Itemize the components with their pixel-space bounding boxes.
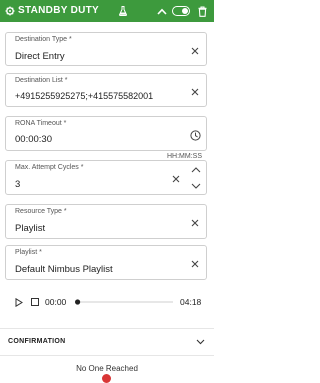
chevron-down-icon[interactable] (194, 337, 206, 347)
toggle-knob (182, 8, 188, 14)
field-value: Default Nimbus Playlist (15, 264, 113, 275)
max-attempt-cycles-field[interactable]: Max. Attempt Cycles * 3 (5, 160, 207, 195)
increment-icon[interactable] (190, 163, 202, 177)
seek-bar[interactable] (75, 299, 173, 305)
field-label: Destination List * (15, 77, 68, 84)
audio-player: 00:00 04:18 (0, 290, 214, 314)
field-label: Destination Type * (15, 36, 72, 43)
field-label: Resource Type * (15, 208, 67, 215)
decrement-icon[interactable] (190, 179, 202, 193)
playlist-field[interactable]: Playlist * Default Nimbus Playlist (5, 245, 207, 280)
settings-icon[interactable] (4, 0, 16, 22)
confirmation-section[interactable]: CONFIRMATION (0, 328, 214, 356)
status-text: No One Reached (76, 364, 138, 373)
duty-toggle[interactable] (172, 6, 190, 16)
field-value: Playlist (15, 223, 46, 234)
destination-list-field[interactable]: Destination List * +4915255925275;+41557… (5, 73, 207, 107)
header-title: STANDBY DUTY (18, 5, 100, 16)
current-time: 00:00 (45, 297, 67, 307)
clear-icon[interactable] (189, 258, 201, 270)
trash-icon[interactable] (196, 0, 208, 22)
chevron-up-icon[interactable] (156, 0, 168, 22)
clear-icon[interactable] (170, 173, 182, 185)
field-label: RONA Timeout * (15, 120, 67, 127)
destination-type-field[interactable]: Destination Type * Direct Entry (5, 32, 207, 66)
time-format-hint: HH:MM:SS (167, 153, 202, 160)
field-value: 00:00:30 (15, 134, 52, 145)
clear-icon[interactable] (189, 86, 201, 98)
seek-handle[interactable] (75, 299, 81, 305)
clear-icon[interactable] (189, 45, 201, 57)
duration: 04:18 (180, 297, 202, 307)
clear-icon[interactable] (189, 217, 201, 229)
play-icon[interactable] (14, 296, 24, 308)
alert-indicator (102, 374, 111, 383)
header-bar: STANDBY DUTY (0, 0, 214, 22)
flask-icon (118, 0, 128, 22)
field-value: +4915255925275;+415575582001 (15, 91, 154, 101)
field-label: Max. Attempt Cycles * (15, 164, 84, 171)
clock-icon[interactable] (188, 128, 202, 142)
rona-timeout-field[interactable]: RONA Timeout * 00:00:30 (5, 116, 207, 151)
field-label: Playlist * (15, 249, 42, 256)
field-value: Direct Entry (15, 51, 65, 62)
field-value: 3 (15, 179, 21, 190)
stop-icon[interactable] (30, 297, 40, 307)
resource-type-field[interactable]: Resource Type * Playlist (5, 204, 207, 239)
section-title: CONFIRMATION (8, 338, 66, 345)
